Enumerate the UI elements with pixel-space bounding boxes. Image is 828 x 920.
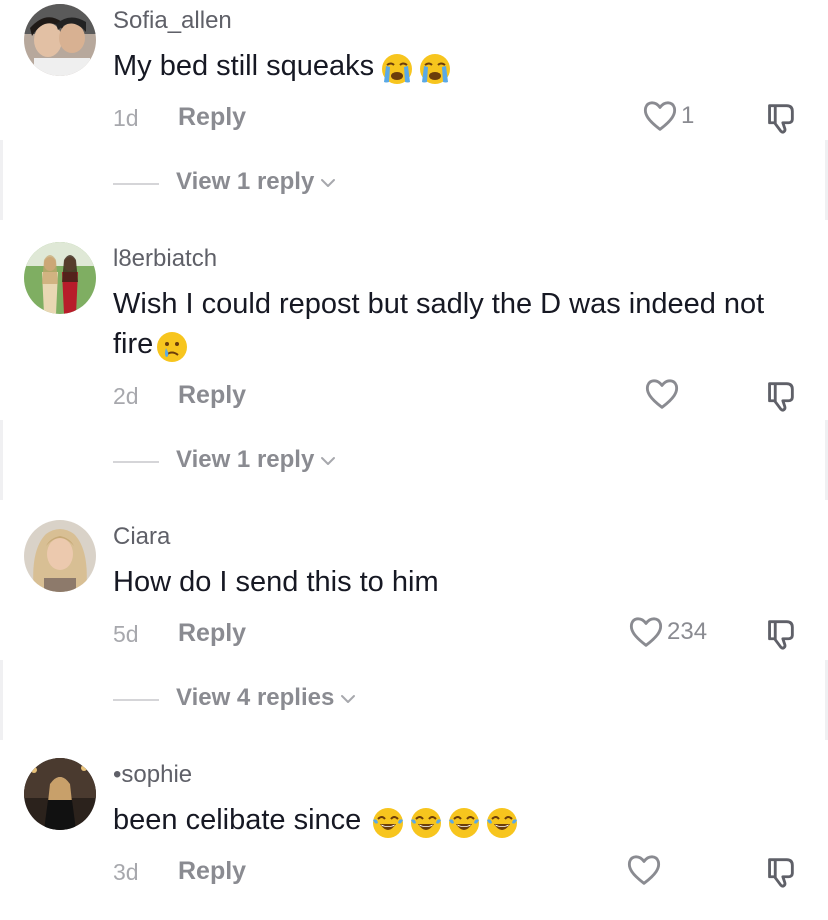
view-replies-button[interactable]: View 1 reply [176, 168, 338, 196]
comment-body: Wish I could repost but sadly the D was … [113, 288, 765, 360]
thumbs-down-icon [761, 853, 799, 891]
face-with-tears-of-joy-icon [485, 806, 519, 840]
like-button[interactable]: 234 [627, 613, 707, 651]
like-button[interactable] [625, 851, 665, 889]
chevron-down-icon [338, 689, 358, 709]
view-replies-button[interactable]: View 4 replies [176, 684, 358, 712]
dislike-button[interactable] [761, 99, 799, 142]
comment-timestamp: 3d [113, 859, 139, 885]
thumbs-down-icon [761, 99, 799, 137]
view-replies-divider [113, 183, 159, 185]
loudly-crying-face-icon [380, 52, 414, 86]
left-edge-divider [0, 140, 3, 220]
emoji-group [380, 47, 456, 87]
left-edge-divider [0, 420, 3, 500]
comment-username[interactable]: Sofia_allen [113, 7, 232, 35]
view-replies: View 4 replies [113, 684, 513, 714]
emoji-group [371, 801, 523, 841]
comment-timestamp: 5d [113, 621, 139, 647]
face-with-tears-of-joy-icon [371, 806, 405, 840]
reply-button[interactable]: Reply [178, 857, 246, 886]
view-replies: View 1 reply [113, 168, 513, 198]
heart-icon [641, 97, 679, 135]
like-button[interactable]: 1 [641, 97, 694, 135]
view-replies-button[interactable]: View 1 reply [176, 446, 338, 474]
comment-username[interactable]: Ciara [113, 523, 170, 551]
face-with-tears-of-joy-icon [409, 806, 443, 840]
view-replies-divider [113, 699, 159, 701]
sad-but-relieved-face-icon [155, 330, 189, 364]
view-replies-label: View 1 reply [176, 168, 315, 195]
comments-screen: Sofia_allen My bed still squeaks 1d Repl… [0, 0, 828, 920]
dislike-button[interactable] [761, 377, 799, 420]
comment-text: Wish I could repost but sadly the D was … [113, 284, 793, 365]
comment-meta: 5d Reply 234 [113, 619, 813, 649]
comment-timestamp: 2d [113, 383, 139, 409]
like-count: 234 [667, 618, 708, 645]
view-replies: View 1 reply [113, 446, 513, 476]
dislike-button[interactable] [761, 853, 799, 896]
avatar[interactable] [24, 242, 96, 314]
chevron-down-icon [318, 451, 338, 471]
view-replies-divider [113, 461, 159, 463]
comment-body: My bed still squeaks [113, 50, 375, 82]
avatar[interactable] [24, 520, 96, 592]
comment-text: My bed still squeaks [113, 46, 793, 87]
emoji-group [155, 325, 193, 365]
like-count: 1 [681, 102, 695, 129]
avatar[interactable] [24, 4, 96, 76]
face-with-tears-of-joy-icon [447, 806, 481, 840]
loudly-crying-face-icon [418, 52, 452, 86]
comment-text: How do I send this to him [113, 562, 793, 602]
heart-icon [627, 613, 665, 651]
reply-button[interactable]: Reply [178, 103, 246, 132]
comment-body: been celibate since [113, 804, 362, 836]
reply-button[interactable]: Reply [178, 619, 246, 648]
like-button[interactable] [643, 375, 683, 413]
view-replies-label: View 1 reply [176, 446, 315, 473]
dislike-button[interactable] [761, 615, 799, 658]
heart-icon [625, 851, 663, 889]
reply-button[interactable]: Reply [178, 381, 246, 410]
comment-meta: 2d Reply [113, 381, 813, 411]
heart-icon [643, 375, 681, 413]
view-replies-label: View 4 replies [176, 684, 335, 711]
chevron-down-icon [318, 173, 338, 193]
comment-body: How do I send this to him [113, 566, 439, 598]
left-edge-divider [0, 660, 3, 740]
comment-meta: 1d Reply 1 [113, 103, 813, 133]
avatar[interactable] [24, 758, 96, 830]
comment-username[interactable]: l8erbiatch [113, 245, 217, 273]
comment-username[interactable]: •sophie [113, 761, 192, 789]
comment-meta: 3d Reply [113, 857, 813, 887]
thumbs-down-icon [761, 377, 799, 415]
thumbs-down-icon [761, 615, 799, 653]
comment-timestamp: 1d [113, 105, 139, 131]
comment-text: been celibate since [113, 800, 793, 841]
